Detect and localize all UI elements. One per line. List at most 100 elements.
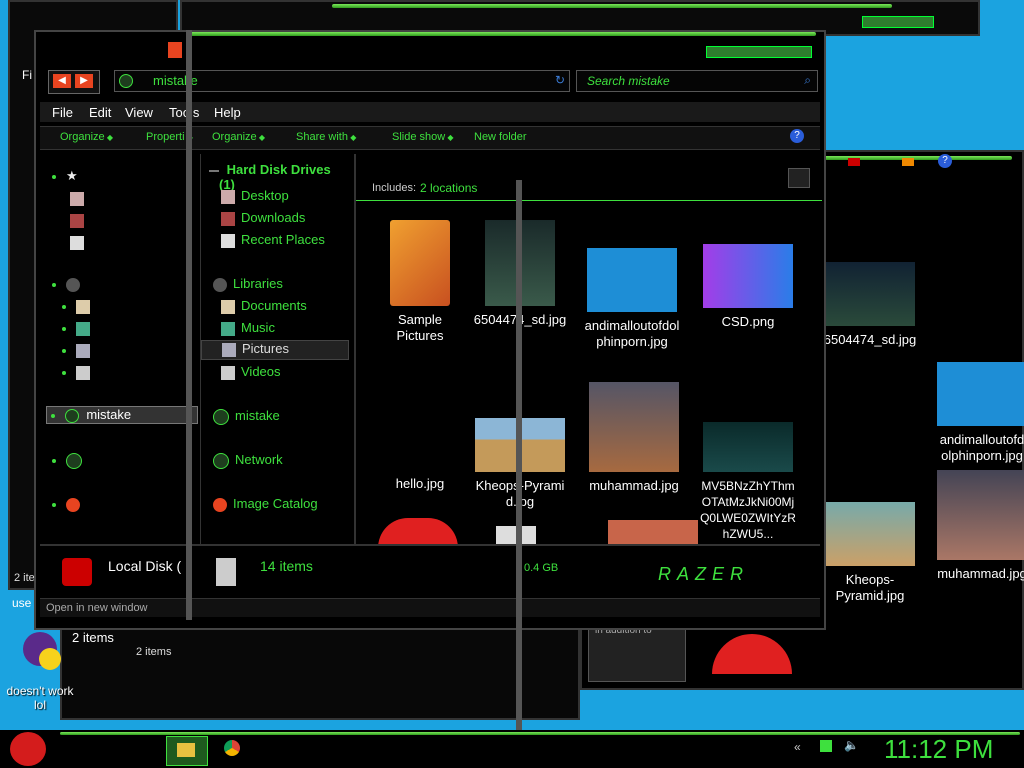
nav-selected-mistake[interactable]: mistake [46,406,198,424]
image-catalog-icon [213,497,227,512]
help-icon[interactable]: ? [790,129,804,143]
menu-view[interactable]: View [125,105,153,120]
nav-videos-icon[interactable] [62,364,96,380]
status-bar: Open in new window [40,598,820,617]
libraries-icon [213,277,227,292]
folder-icon [390,220,450,306]
nav-network[interactable]: Network [213,452,283,469]
splitter-left[interactable] [186,30,192,620]
nav-favorites[interactable]: ★ [52,168,78,184]
tray-chevron-icon[interactable]: « [794,740,801,754]
nav-recent-places[interactable]: Recent Places [221,232,325,248]
nav-downloads[interactable]: Downloads [221,210,305,226]
nav-homegroup[interactable]: mistake [213,408,280,425]
nav-pictures-icon[interactable] [62,342,96,358]
new-folder-button[interactable]: New folder [474,131,527,143]
file-item[interactable]: CSD.png [700,244,796,330]
search-box[interactable]: Search mistake ⌕ [576,70,818,92]
back-arrow-icon[interactable]: ◀ [53,74,71,88]
start-button-angry-bird-icon[interactable] [10,732,46,766]
file-item[interactable]: hello.jpg [372,476,468,492]
back-file-item[interactable]: 6504474_sd.jpg [822,262,918,348]
nav-pane-left: ★ mistake [42,154,200,544]
file-item[interactable]: muhammad.jpg [586,382,682,494]
desktop-icon [221,189,235,204]
back-menu-file[interactable]: Fi [22,68,32,82]
back-file-item[interactable]: muhammad.jpg [937,470,1024,582]
star-icon: ★ [66,168,78,183]
yahoo-messenger-icon[interactable] [14,632,66,672]
search-placeholder: Search mistake [587,74,670,88]
nav-catalog-icon[interactable] [52,496,86,512]
menu-bar: File Edit View Tools Help [40,102,820,122]
menu-tools[interactable]: Tools [169,105,199,120]
nav-documents[interactable]: Documents [221,298,307,314]
homegroup-icon [213,408,229,425]
taskbar-chrome-icon[interactable] [224,740,240,756]
menu-file[interactable]: File [52,105,73,120]
nav-music-icon[interactable] [62,320,96,336]
desktop-text-use: use [12,596,32,610]
includes-link[interactable]: 2 locations [420,181,477,195]
taskbar-explorer-button[interactable] [166,736,208,766]
back-forward-buttons[interactable]: ◀ ▶ [48,70,100,94]
arrange-icon[interactable] [788,168,810,188]
santa-thumb [608,520,698,544]
back-status-text: 2 ite [14,572,35,584]
explorer-window[interactable]: ◀ ▶ mistake ↻ Search mistake ⌕ File Edit… [34,30,826,630]
window-controls[interactable] [706,46,812,58]
organize-left-button[interactable]: Organize [60,131,113,143]
desktop-icon-caption[interactable]: doesn't work lol [2,684,78,712]
splitter-right[interactable] [516,180,522,740]
status-hint: Open in new window [46,602,148,614]
back-file-name: 6504474_sd.jpg [823,332,917,347]
library-icon [216,558,236,586]
address-icon [119,74,133,88]
nav-network-icon[interactable] [52,452,88,469]
includes-bar: Includes: 2 locations [356,154,822,201]
menu-edit[interactable]: Edit [89,105,111,120]
nav-desktop-icon[interactable] [70,190,90,206]
badge-image [703,244,793,308]
back-file-item[interactable]: Kheops-Pyramid.jpg [822,502,918,604]
refresh-icon[interactable]: ↻ [555,73,565,87]
nav-videos[interactable]: Videos [221,364,281,380]
file-name: CSD.png [721,314,775,329]
nav-downloads-icon[interactable] [70,212,90,228]
back-file-item[interactable]: andimalloutofdolphinporn.jpg [937,362,1024,464]
tray-area: « 🔈 [790,738,870,760]
tray-volume-icon[interactable]: 🔈 [844,738,859,752]
music-icon [221,321,235,336]
content-pane: Includes: 2 locations Sample Pictures 65… [354,154,822,544]
slide-show-button[interactable]: Slide show [392,131,454,143]
organize-button[interactable]: Organize [212,131,265,143]
back-help-icon[interactable]: ? [938,154,952,168]
search-icon[interactable]: ⌕ [804,73,811,88]
share-with-button[interactable]: Share with [296,131,356,143]
address-bar[interactable]: mistake ↻ [114,70,570,92]
back-file-name: andimalloutofdolphinporn.jpg [939,432,1024,463]
videos-icon [221,365,235,380]
menu-help[interactable]: Help [214,105,241,120]
recent-places-icon [221,233,235,248]
nav-image-catalog[interactable]: Image Catalog [213,496,318,512]
nav-libraries[interactable]: Libraries [213,276,283,292]
nav-recent-icon[interactable] [70,234,90,250]
file-item[interactable]: Sample Pictures [372,220,468,344]
nav-desktop[interactable]: Desktop [221,188,289,204]
tray-network-icon[interactable] [820,740,832,752]
red-circle-thumb [378,518,458,544]
file-item[interactable]: MV5BNzZhYThmOTAtMzJkNi00MjQ0LWE0ZWItYzRh… [700,422,796,542]
nav-libraries-icon[interactable] [52,276,86,292]
forward-arrow-icon[interactable]: ▶ [75,74,93,88]
file-item[interactable]: andimalloutofdolphinporn.jpg [584,248,680,350]
taskbar-clock[interactable]: 11:12 PM [884,734,993,765]
item-count: 14 items [260,558,313,574]
file-name: Sample Pictures [396,312,444,343]
nav-pictures[interactable]: Pictures [201,340,349,360]
nav-music[interactable]: Music [221,320,275,336]
back-thumb-morbius [825,262,915,326]
nav-documents-icon[interactable] [62,298,96,314]
local-disk-label: Local Disk ( [108,558,182,574]
back-red-icon [848,158,860,166]
